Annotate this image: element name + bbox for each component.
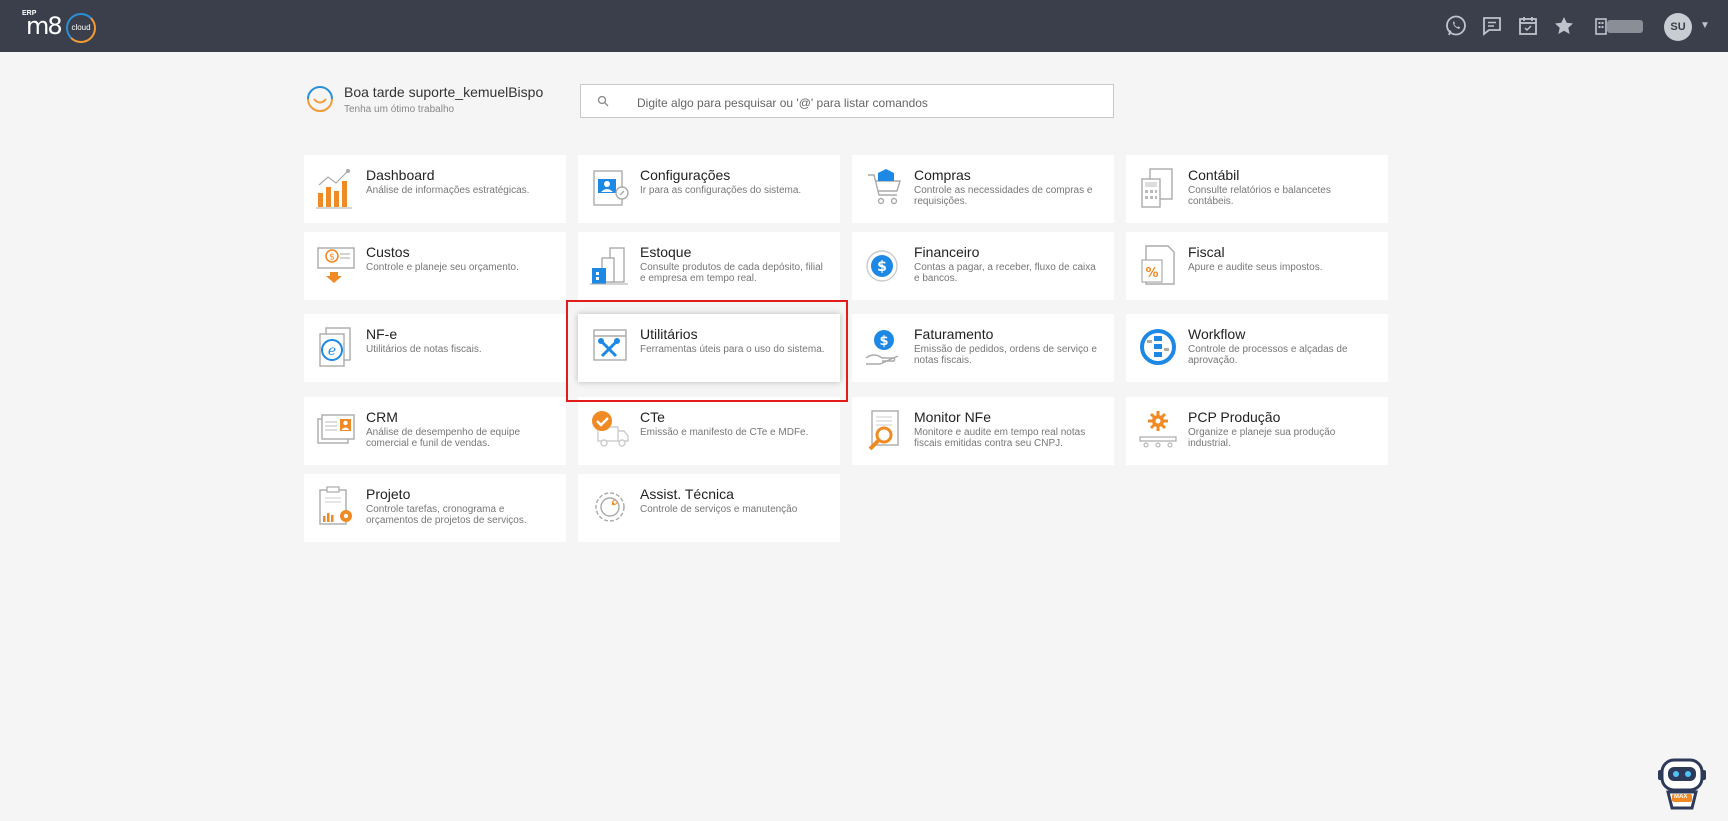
company-selector[interactable] [1595, 17, 1645, 35]
module-card-cte[interactable]: CTe Emissão e manifesto de CTe e MDFe. [578, 397, 840, 465]
module-title: Compras [914, 167, 971, 183]
search-icon [597, 95, 609, 107]
module-description: Contas a pagar, a receber, fluxo de caix… [914, 262, 1096, 284]
shopping-cart-icon [868, 169, 901, 205]
module-card-financeiro[interactable]: $ Financeiro Contas a pagar, a receber, … [852, 232, 1114, 300]
workflow-icon [1140, 329, 1176, 365]
calculator-document-icon [1141, 168, 1173, 208]
module-description: Emissão e manifesto de CTe e MDFe. [640, 427, 809, 438]
module-title: Contábil [1188, 167, 1240, 183]
module-description: Organize e planeje sua produção industri… [1188, 427, 1336, 449]
bar-chart-icon [316, 169, 352, 209]
chat-icon[interactable] [1480, 14, 1504, 38]
m8-cloud-logo[interactable]: ERP m8 cloud [20, 8, 104, 46]
svg-text:$: $ [877, 259, 887, 275]
building-icon [1595, 18, 1607, 35]
module-card-monitor-nfe[interactable]: Monitor NFe Monitore e audite em tempo r… [852, 397, 1114, 465]
module-title: Projeto [366, 486, 411, 502]
module-title: Dashboard [366, 167, 435, 183]
e-document-icon: e [319, 327, 351, 367]
module-description: Utilitários de notas fiscais. [366, 344, 482, 355]
module-description: Emissão de pedidos, ordens de serviço e … [914, 344, 1097, 366]
module-card-crm[interactable]: CRM Análise de desempenho de equipe come… [304, 397, 566, 465]
max-label: MAX [1674, 794, 1688, 800]
module-card-configuracoes[interactable]: Configurações Ir para as configurações d… [578, 155, 840, 223]
max-assistant-button[interactable]: MAX [1656, 754, 1708, 812]
wrench-gear-icon [595, 492, 625, 522]
module-description: Controle e planeje seu orçamento. [366, 262, 519, 273]
billing-hand-icon: $ [865, 330, 899, 365]
robot-assistant-icon [1658, 758, 1706, 810]
highlight-box [566, 300, 848, 402]
top-bar: ERP m8 cloud SU ▼ [0, 0, 1728, 52]
module-title: Configurações [640, 167, 731, 183]
user-avatar[interactable]: SU [1664, 13, 1692, 41]
truck-check-icon [592, 411, 629, 447]
module-description: Análise de informações estratégicas. [366, 185, 530, 196]
greeting-title: Boa tarde suporte_kemuelBispo [344, 84, 544, 100]
project-clipboard-icon [319, 486, 352, 525]
module-description: Consulte produtos de cada depósito, fili… [640, 262, 823, 284]
module-title: Fiscal [1188, 244, 1225, 260]
greeting-logo-icon [307, 86, 333, 112]
svg-text:e: e [328, 343, 336, 359]
module-description: Controle as necessidades de compras e re… [914, 185, 1093, 207]
module-card-assist-tecnica[interactable]: Assist. Técnica Controle de serviços e m… [578, 474, 840, 542]
module-card-dashboard[interactable]: Dashboard Análise de informações estraté… [304, 155, 566, 223]
svg-text:$: $ [879, 334, 888, 349]
module-description: Ir para as configurações do sistema. [640, 185, 802, 196]
module-description: Consulte relatórios e balancetes contábe… [1188, 185, 1331, 207]
module-description: Controle de serviços e manutenção [640, 504, 798, 515]
budget-money-icon: $ [317, 247, 355, 283]
module-description: Apure e audite seus impostos. [1188, 262, 1323, 273]
tax-percent-icon: % [1141, 245, 1175, 285]
module-description: Controle tarefas, cronograma e orçamento… [366, 504, 527, 526]
search-input[interactable] [635, 92, 1099, 114]
dollar-coin-icon: $ [866, 250, 898, 282]
svg-text:$: $ [329, 253, 335, 263]
module-title: Custos [366, 244, 410, 260]
warehouse-buildings-icon [590, 247, 628, 285]
command-search-box[interactable] [580, 84, 1114, 118]
module-title: CRM [366, 409, 398, 425]
settings-monitor-icon [593, 170, 629, 206]
star-icon[interactable] [1552, 14, 1576, 38]
module-description: Análise de desempenho de equipe comercia… [366, 427, 521, 449]
module-title: Workflow [1188, 326, 1246, 342]
calendar-icon[interactable] [1516, 14, 1540, 38]
module-card-fiscal[interactable]: % Fiscal Apure e audite seus impostos. [1126, 232, 1388, 300]
module-title: Financeiro [914, 244, 980, 260]
module-title: CTe [640, 409, 665, 425]
logo-cloud-text: cloud [71, 23, 91, 32]
module-description: Monitore e audite em tempo real notas fi… [914, 427, 1086, 449]
module-card-faturamento[interactable]: $ Faturamento Emissão de pedidos, ordens… [852, 314, 1114, 382]
svg-text:%: % [1145, 266, 1158, 281]
module-title: PCP Produção [1188, 409, 1281, 425]
module-title: Estoque [640, 244, 692, 260]
logo-cloud-ring: cloud [66, 13, 96, 43]
magnifier-document-icon [868, 410, 899, 451]
module-description: Controle de processos e alçadas de aprov… [1188, 344, 1348, 366]
contact-cards-icon [317, 414, 355, 444]
module-title: NF-e [366, 326, 398, 342]
module-title: Monitor NFe [914, 409, 992, 425]
module-card-projeto[interactable]: Projeto Controle tarefas, cronograma e o… [304, 474, 566, 542]
module-card-nfe[interactable]: e NF-e Utilitários de notas fiscais. [304, 314, 566, 382]
module-title: Faturamento [914, 326, 994, 342]
chevron-down-icon[interactable]: ▼ [1700, 20, 1710, 31]
module-card-contabil[interactable]: Contábil Consulte relatórios e balancete… [1126, 155, 1388, 223]
whatsapp-icon[interactable] [1444, 14, 1468, 38]
company-name-redacted [1607, 20, 1643, 33]
module-card-estoque[interactable]: Estoque Consulte produtos de cada depósi… [578, 232, 840, 300]
module-card-custos[interactable]: $ Custos Controle e planeje seu orçament… [304, 232, 566, 300]
module-card-workflow[interactable]: Workflow Controle de processos e alçadas… [1126, 314, 1388, 382]
module-card-pcp-producao[interactable]: PCP Produção Organize e planeje sua prod… [1126, 397, 1388, 465]
logo-m8-text: m8 [26, 12, 63, 40]
greeting-subtitle: Tenha um ótimo trabalho [344, 104, 455, 115]
module-card-compras[interactable]: Compras Controle as necessidades de comp… [852, 155, 1114, 223]
production-gear-icon [1139, 411, 1177, 448]
module-title: Assist. Técnica [640, 486, 734, 502]
